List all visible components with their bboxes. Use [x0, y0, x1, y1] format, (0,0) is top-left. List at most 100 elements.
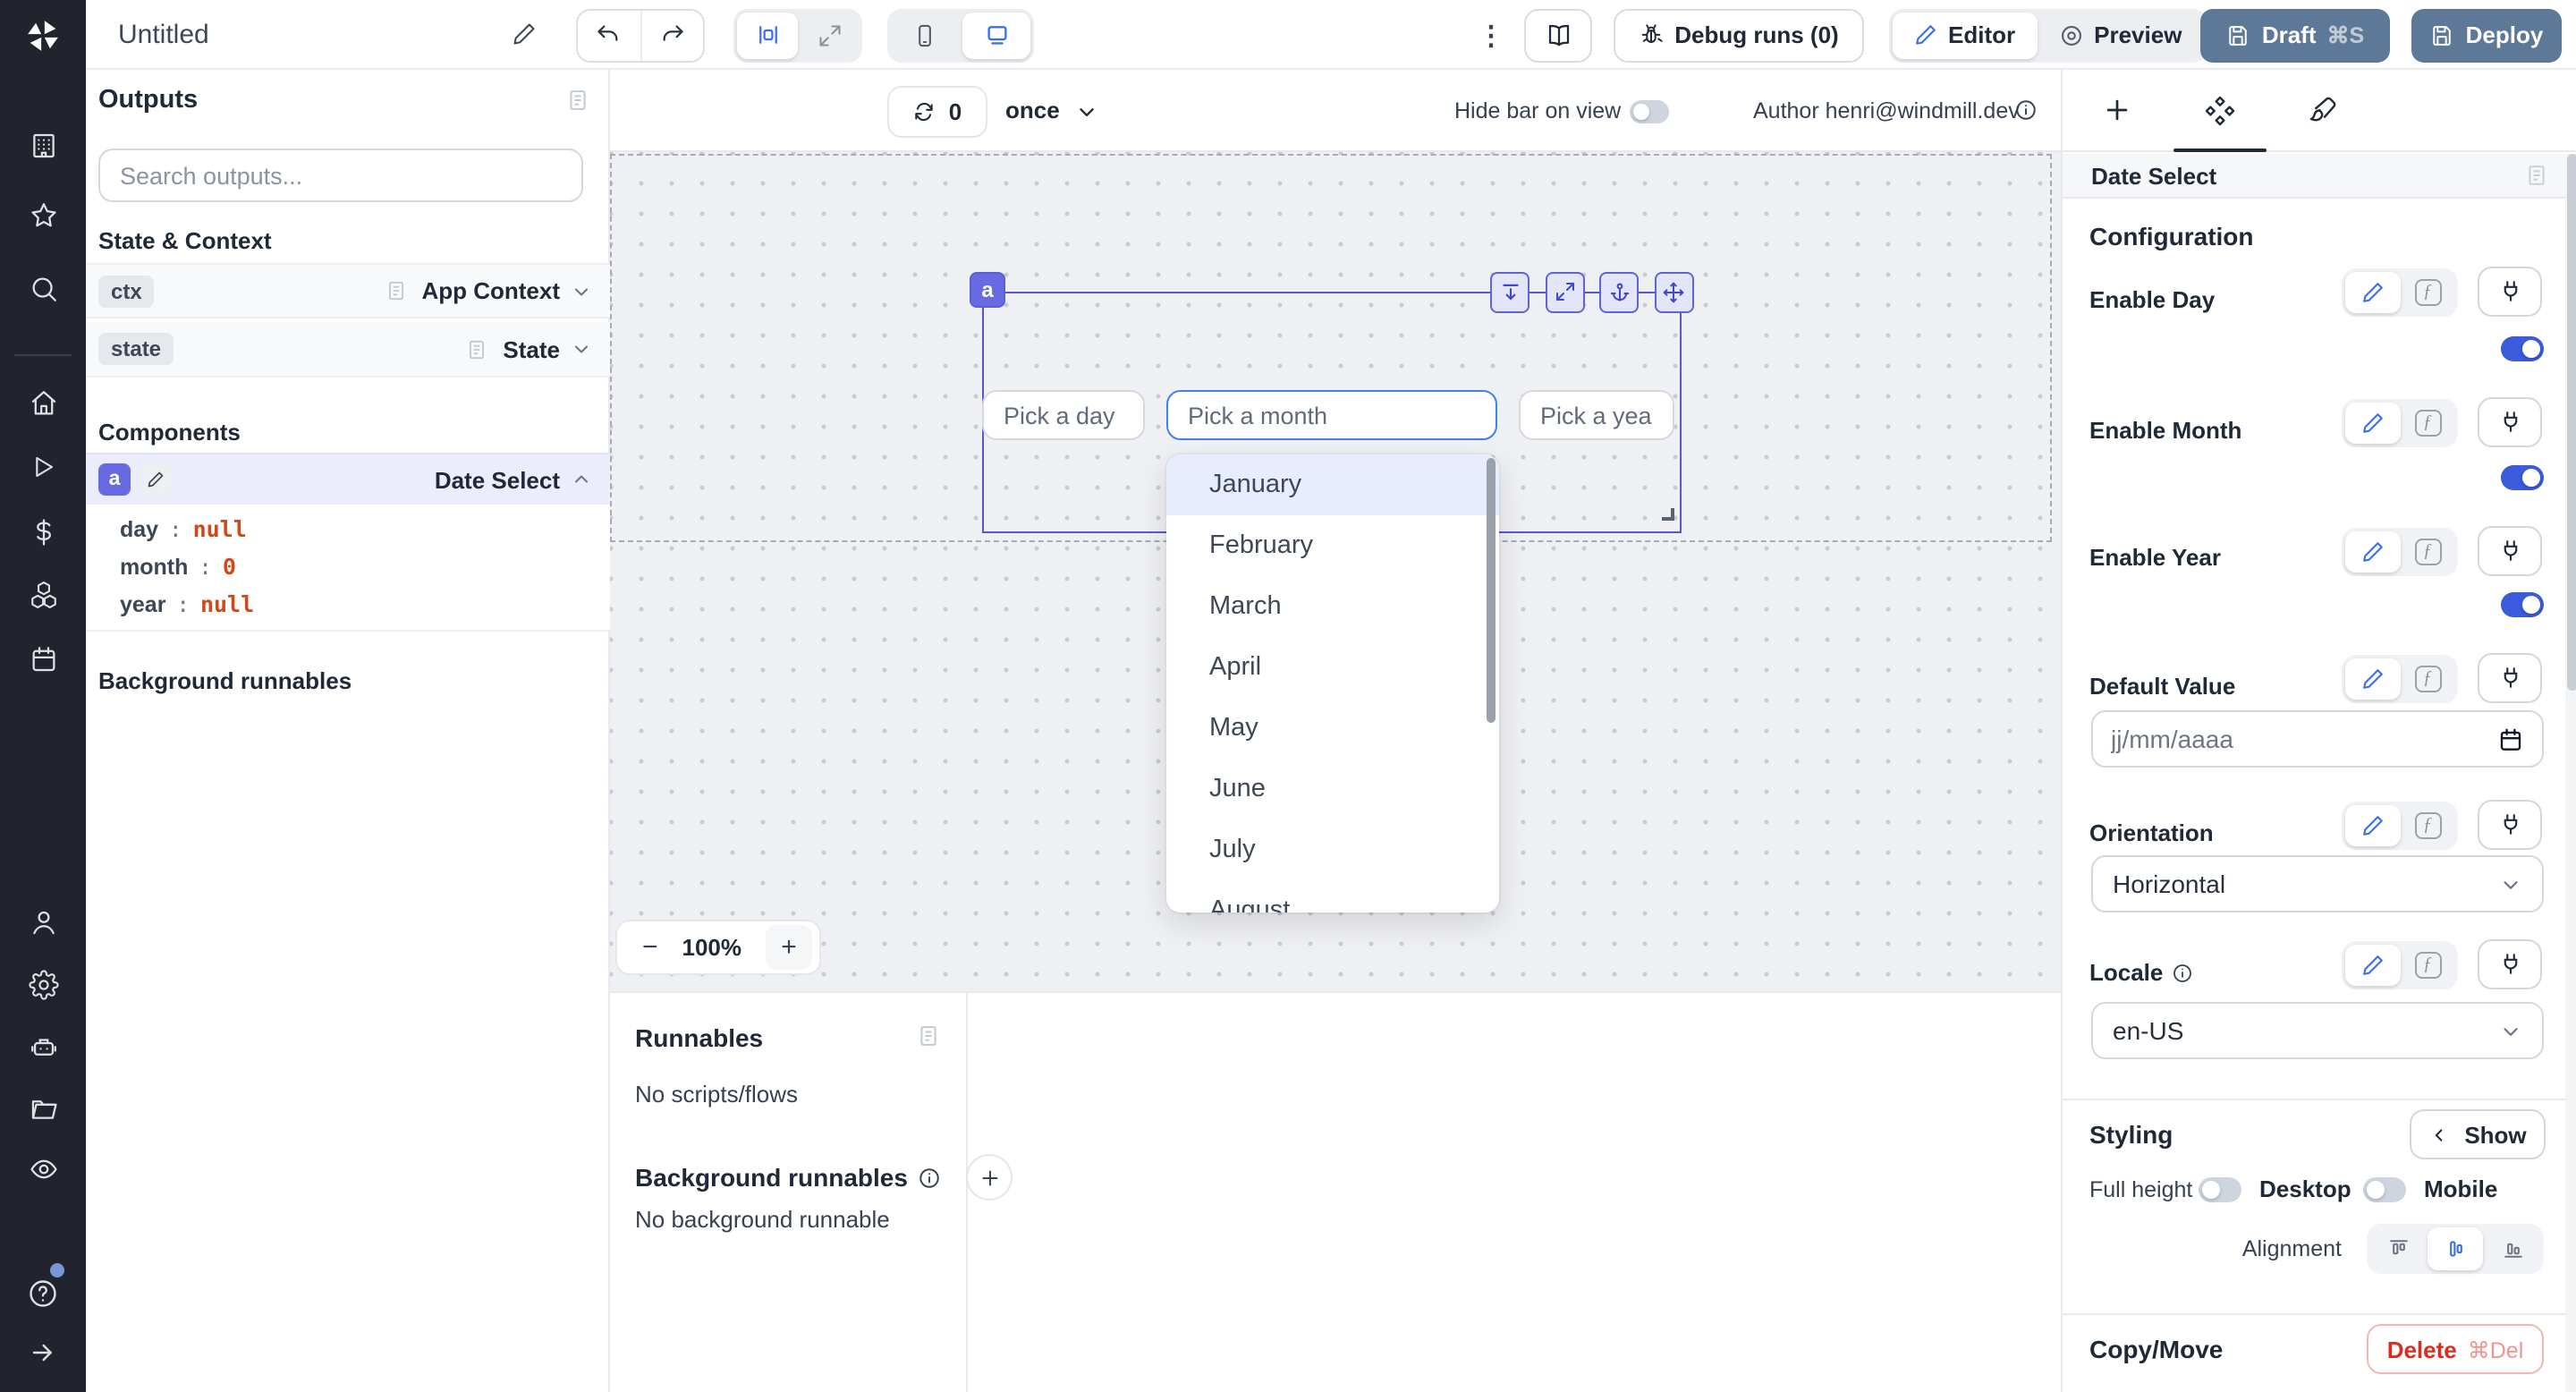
info-icon[interactable]: [2014, 98, 2038, 122]
tab-preview[interactable]: Preview: [2037, 12, 2203, 58]
outputs-doc-button[interactable]: [565, 88, 590, 113]
refresh-count-button[interactable]: 0: [887, 86, 987, 138]
enable-day-connect-button[interactable]: [2478, 267, 2542, 317]
prop-month[interactable]: month:0: [120, 553, 236, 580]
zoom-in-button[interactable]: +: [766, 925, 812, 970]
enable-year-switch[interactable]: [2501, 592, 2544, 617]
anchor-component-button[interactable]: [1599, 271, 1639, 312]
rail-variables-button[interactable]: [0, 505, 86, 558]
hide-bar-toggle[interactable]: [1630, 99, 1669, 123]
debug-runs-button[interactable]: Debug runs (0): [1614, 8, 1864, 62]
dropdown-scrollbar[interactable]: [1487, 458, 1495, 723]
enable-month-switch[interactable]: [2501, 465, 2544, 490]
styling-show-button[interactable]: Show: [2410, 1109, 2546, 1159]
tab-component-settings[interactable]: [2204, 95, 2236, 127]
month-option[interactable]: May: [1166, 698, 1499, 759]
tab-styling[interactable]: [2306, 95, 2338, 127]
default-value-connect-button[interactable]: [2478, 653, 2542, 703]
deploy-button[interactable]: Deploy: [2411, 8, 2562, 62]
month-option[interactable]: July: [1166, 819, 1499, 880]
app-canvas[interactable]: a January February March April May June …: [610, 152, 2061, 991]
eval-mode-button[interactable]: ƒ: [2402, 403, 2453, 444]
static-mode-button[interactable]: [2345, 805, 2401, 846]
orientation-select[interactable]: Horizontal: [2091, 855, 2544, 912]
undo-button[interactable]: [578, 10, 641, 60]
add-background-runnable-button[interactable]: [967, 1154, 1013, 1201]
rename-title-button[interactable]: [512, 21, 537, 47]
pick-day-input[interactable]: [984, 402, 1143, 429]
month-option[interactable]: March: [1166, 576, 1499, 637]
zoom-out-button[interactable]: −: [617, 932, 658, 963]
pick-month-input[interactable]: [1168, 402, 1496, 429]
rail-workspace-button[interactable]: [0, 118, 86, 172]
enable-year-connect-button[interactable]: [2478, 526, 2542, 576]
delete-component-button[interactable]: Delete ⌘Del: [2367, 1324, 2544, 1374]
rail-users-button[interactable]: [0, 895, 86, 948]
calendar-icon[interactable]: [2497, 726, 2524, 752]
settings-doc-button[interactable]: [2524, 163, 2549, 188]
rail-settings-button[interactable]: [0, 957, 86, 1011]
runnables-doc-button[interactable]: [916, 1023, 941, 1048]
static-mode-button[interactable]: [2345, 945, 2401, 986]
info-icon[interactable]: [919, 1166, 942, 1189]
desktop-mobile-toggle[interactable]: [2363, 1177, 2406, 1202]
default-value-input[interactable]: [2111, 725, 2379, 753]
desktop-view-button[interactable]: [962, 12, 1030, 58]
rename-component-button[interactable]: [140, 463, 172, 496]
month-option[interactable]: April: [1166, 637, 1499, 698]
rail-runs-button[interactable]: [0, 440, 86, 494]
pick-year-input[interactable]: [1521, 402, 1673, 429]
tab-editor[interactable]: Editor: [1893, 12, 2037, 58]
static-mode-button[interactable]: [2345, 272, 2401, 313]
ctx-row[interactable]: ctx App Context: [86, 263, 610, 318]
rail-resources-button[interactable]: [0, 567, 86, 621]
locale-select[interactable]: en-US: [2091, 1002, 2544, 1059]
fill-height-button[interactable]: [1490, 271, 1530, 312]
eval-mode-button[interactable]: ƒ: [2402, 531, 2453, 573]
enable-day-switch[interactable]: [2501, 336, 2544, 361]
docs-button[interactable]: [1524, 8, 1592, 62]
eval-mode-button[interactable]: ƒ: [2402, 945, 2453, 986]
month-option[interactable]: August: [1166, 880, 1499, 912]
enable-month-connect-button[interactable]: [2478, 397, 2542, 447]
component-output-row[interactable]: a Date Select: [86, 453, 610, 505]
more-menu-button[interactable]: ⋮: [1478, 20, 1504, 52]
rail-audit-button[interactable]: [0, 1142, 86, 1195]
rail-search-button[interactable]: [0, 261, 86, 315]
locale-connect-button[interactable]: [2478, 939, 2542, 989]
eval-mode-button[interactable]: ƒ: [2402, 805, 2453, 846]
chevron-down-icon[interactable]: [1075, 100, 1098, 123]
resize-handle[interactable]: [1662, 508, 1674, 521]
month-option[interactable]: February: [1166, 515, 1499, 576]
rail-workers-button[interactable]: [0, 1020, 86, 1074]
full-height-toggle[interactable]: [2199, 1177, 2241, 1202]
expand-component-button[interactable]: [1545, 271, 1584, 312]
rail-favorites-button[interactable]: [0, 188, 86, 242]
info-icon[interactable]: [2172, 962, 2193, 983]
windmill-logo[interactable]: [0, 0, 86, 70]
orientation-connect-button[interactable]: [2478, 800, 2542, 850]
rail-help-button[interactable]: [0, 1267, 86, 1320]
static-mode-button[interactable]: [2345, 658, 2401, 700]
mobile-view-button[interactable]: [891, 12, 959, 58]
state-row[interactable]: state State: [86, 322, 610, 378]
align-center-button[interactable]: [2428, 1227, 2483, 1270]
move-component-button[interactable]: [1654, 271, 1693, 312]
static-mode-button[interactable]: [2345, 403, 2401, 444]
prop-year[interactable]: year:null: [120, 590, 254, 617]
rail-collapse-button[interactable]: [0, 1326, 86, 1379]
eval-mode-button[interactable]: ƒ: [2402, 272, 2453, 313]
prop-day[interactable]: day:null: [120, 515, 247, 542]
fullscreen-canvas-button[interactable]: [801, 12, 859, 58]
rail-home-button[interactable]: [0, 376, 86, 429]
eval-mode-button[interactable]: ƒ: [2402, 658, 2453, 700]
settings-scrollbar-thumb[interactable]: [2566, 154, 2576, 691]
align-top-button[interactable]: [2370, 1227, 2426, 1270]
draft-button[interactable]: Draft ⌘S: [2200, 8, 2390, 62]
redo-button[interactable]: [641, 10, 703, 60]
tab-insert-component[interactable]: [2102, 95, 2132, 125]
center-canvas-button[interactable]: [737, 12, 798, 58]
month-option[interactable]: January: [1166, 454, 1499, 515]
align-bottom-button[interactable]: [2485, 1227, 2540, 1270]
outputs-search-input[interactable]: [100, 162, 581, 189]
